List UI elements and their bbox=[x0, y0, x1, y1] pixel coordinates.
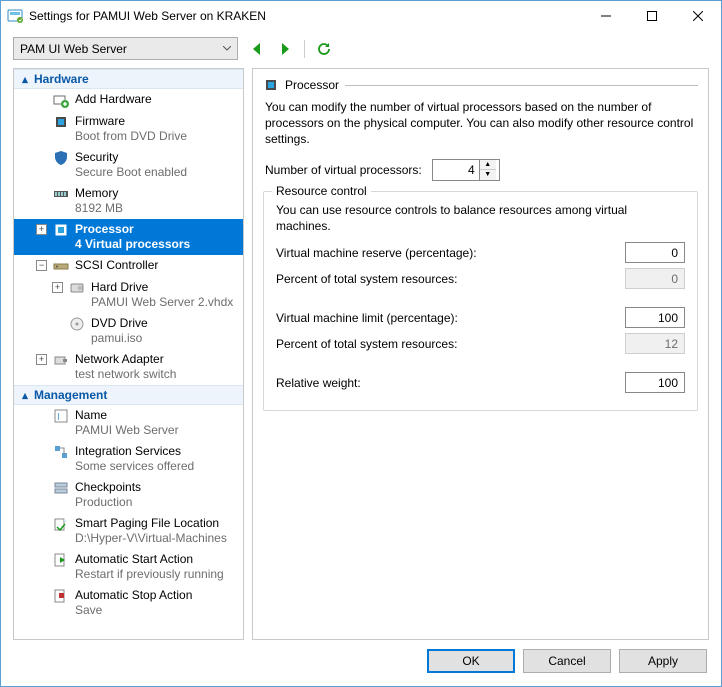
processor-icon bbox=[53, 222, 69, 238]
resource-control-description: You can use resource controls to balance… bbox=[276, 202, 685, 234]
chevron-up-icon: ▴ bbox=[20, 73, 30, 86]
toolbar: PAM UI Web Server bbox=[1, 31, 721, 68]
collapse-toggle[interactable]: − bbox=[36, 260, 47, 271]
tree-item-scsi-controller[interactable]: − SCSI Controller bbox=[14, 255, 243, 277]
memory-icon bbox=[53, 186, 69, 202]
tree-item-name[interactable]: I NamePAMUI Web Server bbox=[14, 405, 243, 441]
relative-weight-input[interactable] bbox=[625, 372, 685, 393]
paging-icon bbox=[53, 516, 69, 532]
stepper-up[interactable]: ▲ bbox=[480, 160, 496, 170]
window-controls bbox=[583, 1, 721, 31]
hard-drive-icon bbox=[69, 280, 85, 296]
limit-pct-label: Percent of total system resources: bbox=[276, 337, 625, 351]
num-virtual-processors-input[interactable] bbox=[433, 163, 479, 177]
hardware-category-label: Hardware bbox=[34, 72, 89, 86]
limit-pct-readonly bbox=[625, 333, 685, 354]
cancel-button[interactable]: Cancel bbox=[523, 649, 611, 673]
minimize-button[interactable] bbox=[583, 1, 629, 31]
chevron-down-icon bbox=[223, 46, 231, 51]
auto-start-icon bbox=[53, 552, 69, 568]
section-divider bbox=[345, 85, 698, 86]
expand-toggle[interactable]: + bbox=[52, 282, 63, 293]
resource-control-group: Resource control You can use resource co… bbox=[263, 191, 698, 411]
reserve-pct-label: Percent of total system resources: bbox=[276, 272, 625, 286]
window-title: Settings for PAMUI Web Server on KRAKEN bbox=[29, 9, 583, 23]
svg-text:I: I bbox=[57, 412, 60, 423]
tree-item-integration-services[interactable]: Integration ServicesSome services offere… bbox=[14, 441, 243, 477]
tree-item-checkpoints[interactable]: CheckpointsProduction bbox=[14, 477, 243, 513]
tree-item-auto-stop[interactable]: Automatic Stop ActionSave bbox=[14, 585, 243, 621]
num-virtual-processors-stepper[interactable]: ▲ ▼ bbox=[432, 159, 500, 181]
firmware-icon bbox=[53, 114, 69, 130]
resource-control-legend: Resource control bbox=[272, 184, 371, 198]
vm-selector-value: PAM UI Web Server bbox=[20, 42, 127, 56]
tree-item-hard-drive[interactable]: + Hard DrivePAMUI Web Server 2.vhdx bbox=[14, 277, 243, 313]
tree-item-auto-start[interactable]: Automatic Start ActionRestart if previou… bbox=[14, 549, 243, 585]
vm-limit-input[interactable] bbox=[625, 307, 685, 328]
processor-icon bbox=[263, 77, 279, 93]
settings-tree[interactable]: ▴ Hardware Add Hardware FirmwareBoot fro… bbox=[13, 68, 244, 640]
network-adapter-icon bbox=[53, 352, 69, 368]
vm-selector-dropdown[interactable]: PAM UI Web Server bbox=[13, 37, 238, 60]
integration-icon bbox=[53, 444, 69, 460]
tree-item-security[interactable]: SecuritySecure Boot enabled bbox=[14, 147, 243, 183]
tree-item-processor[interactable]: + Processor4 Virtual processors bbox=[14, 219, 243, 255]
vm-reserve-input[interactable] bbox=[625, 242, 685, 263]
management-category-header[interactable]: ▴ Management bbox=[14, 385, 243, 405]
app-icon bbox=[7, 8, 23, 24]
tree-item-dvd-drive[interactable]: DVD Drivepamui.iso bbox=[14, 313, 243, 349]
tree-item-smart-paging[interactable]: Smart Paging File LocationD:\Hyper-V\Vir… bbox=[14, 513, 243, 549]
add-hardware-icon bbox=[53, 92, 69, 108]
management-category-label: Management bbox=[34, 388, 107, 402]
scsi-icon bbox=[53, 258, 69, 274]
nav-forward-button[interactable] bbox=[276, 40, 294, 58]
processor-settings-panel: Processor You can modify the number of v… bbox=[252, 68, 709, 640]
dialog-footer: OK Cancel Apply bbox=[1, 646, 721, 686]
toolbar-divider bbox=[304, 40, 305, 58]
maximize-button[interactable] bbox=[629, 1, 675, 31]
tree-item-firmware[interactable]: FirmwareBoot from DVD Drive bbox=[14, 111, 243, 147]
stepper-down[interactable]: ▼ bbox=[480, 170, 496, 180]
refresh-button[interactable] bbox=[315, 40, 333, 58]
ok-button[interactable]: OK bbox=[427, 649, 515, 673]
close-button[interactable] bbox=[675, 1, 721, 31]
vm-limit-label: Virtual machine limit (percentage): bbox=[276, 311, 625, 325]
hardware-category-header[interactable]: ▴ Hardware bbox=[14, 69, 243, 89]
checkpoints-icon bbox=[53, 480, 69, 496]
vm-reserve-label: Virtual machine reserve (percentage): bbox=[276, 246, 625, 260]
relative-weight-label: Relative weight: bbox=[276, 376, 625, 390]
reserve-pct-readonly bbox=[625, 268, 685, 289]
shield-icon bbox=[53, 150, 69, 166]
nav-back-button[interactable] bbox=[248, 40, 266, 58]
expand-toggle[interactable]: + bbox=[36, 354, 47, 365]
dialog-body: ▴ Hardware Add Hardware FirmwareBoot fro… bbox=[1, 68, 721, 646]
apply-button[interactable]: Apply bbox=[619, 649, 707, 673]
panel-description: You can modify the number of virtual pro… bbox=[265, 99, 696, 147]
titlebar: Settings for PAMUI Web Server on KRAKEN bbox=[1, 1, 721, 31]
settings-window: Settings for PAMUI Web Server on KRAKEN … bbox=[0, 0, 722, 687]
num-virtual-processors-label: Number of virtual processors: bbox=[265, 163, 422, 177]
auto-stop-icon bbox=[53, 588, 69, 604]
dvd-icon bbox=[69, 316, 85, 332]
tree-item-network-adapter[interactable]: + Network Adaptertest network switch bbox=[14, 349, 243, 385]
expand-toggle[interactable]: + bbox=[36, 224, 47, 235]
tree-item-add-hardware[interactable]: Add Hardware bbox=[14, 89, 243, 111]
panel-heading: Processor bbox=[285, 78, 339, 92]
tree-item-memory[interactable]: Memory8192 MB bbox=[14, 183, 243, 219]
chevron-up-icon: ▴ bbox=[20, 389, 30, 402]
name-icon: I bbox=[53, 408, 69, 424]
